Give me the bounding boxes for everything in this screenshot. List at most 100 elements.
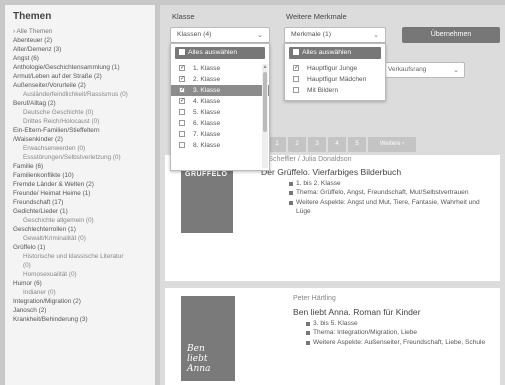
chevron-down-icon: ⌄	[373, 32, 379, 39]
book-grade: 1. bis 2. Klasse	[288, 179, 493, 188]
merkmale-select[interactable]: Merkmale (1) ⌄	[284, 27, 386, 43]
sidebar-item[interactable]: Ein-Eltern-Familien/Stieffeltern	[13, 126, 147, 135]
sidebar-item[interactable]: Gewalt/Kriminalität (0)	[13, 234, 147, 243]
book-title[interactable]: Ben liebt Anna. Roman für Kinder	[293, 307, 421, 317]
page-button[interactable]: 2	[288, 137, 306, 152]
checkbox[interactable]	[179, 96, 185, 107]
checkbox[interactable]	[293, 87, 299, 93]
sidebar-item[interactable]: Alter/Demenz (3)	[13, 45, 147, 54]
dropdown-scrollbar[interactable]: ▲	[262, 64, 268, 168]
sidebar-item[interactable]: Janosch (2)	[13, 306, 147, 315]
book-theme: Thema: Integration/Migration, Liebe	[305, 328, 505, 337]
page-button[interactable]: 1	[268, 137, 286, 152]
sidebar-item[interactable]: Grüffelo (1)	[13, 243, 147, 252]
sort-select[interactable]: Verkaufsrang ⌄	[382, 62, 465, 78]
sidebar-item[interactable]: (0)	[13, 261, 147, 270]
klasse-option[interactable]: 6. Klasse	[171, 118, 269, 129]
sidebar-item[interactable]: Beruf/Alltag (2)	[13, 99, 147, 108]
sidebar-item[interactable]: Familie (6)	[13, 162, 147, 171]
sidebar-item[interactable]: Geschichte allgemein (0)	[13, 216, 147, 225]
book-author: el Scheffler / Julia Donaldson	[261, 156, 352, 163]
sidebar-item[interactable]: Drittes Reich/Holocaust (0)	[13, 117, 147, 126]
merkmale-option[interactable]: Hauptfigur Mädchen	[285, 74, 385, 85]
sidebar-item[interactable]: Homosexualität (0)	[13, 270, 147, 279]
klasse-option[interactable]: 8. Klasse	[171, 140, 269, 151]
klasse-option[interactable]: 2. Klasse	[171, 74, 269, 85]
sidebar-item[interactable]: › Alle Themen	[13, 27, 147, 36]
sidebar-item[interactable]: Humor (6)	[13, 279, 147, 288]
sidebar-item[interactable]: Freunde/ Heimat Heime (1)	[13, 189, 147, 198]
book-card[interactable]: Ben liebt Anna Peter Härtling Ben liebt …	[165, 288, 500, 385]
checkbox[interactable]	[179, 142, 185, 148]
checkbox[interactable]	[179, 74, 185, 85]
cover-title: GRÜFFELO	[185, 171, 228, 178]
klasse-option[interactable]: 7. Klasse	[171, 129, 269, 140]
klasse-option[interactable]: 3. Klasse	[171, 85, 269, 96]
option-label: 1. Klasse	[193, 65, 221, 72]
sidebar-item[interactable]: Außenseiter/Vorurteile (2)	[13, 81, 147, 90]
merkmale-options: Hauptfigur Junge Hauptfigur Mädchen Mit Bi…	[285, 63, 385, 96]
sidebar-item[interactable]: Gedichte/Lieder (1)	[13, 207, 147, 216]
sidebar-item[interactable]: Geschlechterrollen (1)	[13, 225, 147, 234]
sidebar-item[interactable]: Abenteuer (2)	[13, 36, 147, 45]
option-label: 2. Klasse	[193, 76, 221, 83]
sidebar-item[interactable]: Essstörungen/Selbstverletzung (0)	[13, 153, 147, 162]
sidebar-item[interactable]: Krankheit/Behinderung (3)	[13, 315, 147, 324]
book-details: 3. bis 5. Klasse Thema: Integration/Migr…	[305, 319, 505, 347]
klasse-option[interactable]: 5. Klasse	[171, 107, 269, 118]
book-author: Peter Härtling	[293, 295, 336, 302]
sidebar-item[interactable]: Indianer (0)	[13, 288, 147, 297]
merkmale-option[interactable]: Mit Bildern	[285, 85, 385, 96]
checkbox[interactable]	[179, 120, 185, 126]
page-button[interactable]: 3	[308, 137, 326, 152]
klasse-select-all-button[interactable]: Alles auswählen	[175, 47, 265, 59]
scrollbar-thumb[interactable]	[263, 72, 267, 132]
merkmale-select-value: Merkmale (1)	[291, 31, 332, 38]
sidebar-item[interactable]: Anthologie/Geschichtensammlung (1)	[13, 63, 147, 72]
book-title[interactable]: Der Grüffelo. Vierfarbiges Bilderbuch	[261, 167, 401, 177]
sidebar-item[interactable]: Angst (6)	[13, 54, 147, 63]
next-page-button[interactable]: Weitere ›	[368, 137, 416, 152]
sidebar-item[interactable]: Erwachsenwerden (0)	[13, 144, 147, 153]
klasse-select-value: Klassen (4)	[177, 31, 212, 38]
sidebar-item[interactable]: Integration/Migration (2)	[13, 297, 147, 306]
klasse-select[interactable]: Klassen (4) ⌄	[170, 27, 270, 43]
checkbox[interactable]	[179, 131, 185, 137]
option-label: 4. Klasse	[193, 98, 221, 105]
klasse-option[interactable]: 1. Klasse	[171, 63, 269, 74]
apply-button[interactable]: Übernehmen	[402, 27, 500, 43]
scroll-up-icon[interactable]: ▲	[262, 64, 268, 70]
page-button[interactable]: 4	[328, 137, 346, 152]
sort-select-value: Verkaufsrang	[388, 66, 427, 73]
sidebar-item[interactable]: Ausländerfeindlichkeit/Rassismus (0)	[13, 90, 147, 99]
merkmale-select-all-button[interactable]: Alles auswählen	[289, 47, 381, 59]
checkbox[interactable]	[179, 85, 185, 96]
option-label: 5. Klasse	[193, 109, 221, 116]
book-cover[interactable]: GRÜFFELO	[181, 163, 233, 233]
book-cover[interactable]: Ben liebt Anna	[181, 296, 235, 381]
sidebar-item[interactable]: /Waisenkinder (2)	[13, 135, 147, 144]
klasse-label: Klasse	[172, 12, 195, 21]
option-label: Mit Bildern	[307, 87, 339, 94]
checkbox[interactable]	[293, 63, 299, 74]
merkmale-option[interactable]: Hauptfigur Junge	[285, 63, 385, 74]
select-all-label: Alles auswählen	[188, 49, 238, 56]
checkbox[interactable]	[179, 109, 185, 115]
sidebar-item[interactable]: Deutsche Geschichte (0)	[13, 108, 147, 117]
select-all-label: Alles auswählen	[302, 49, 352, 56]
option-label: 8. Klasse	[193, 142, 221, 149]
sidebar-item[interactable]: Fremde Länder & Welten (2)	[13, 180, 147, 189]
page-button[interactable]: 5	[348, 137, 366, 152]
checkbox[interactable]	[179, 63, 185, 74]
main-content: Klasse Weitere Merkmale Klassen (4) ⌄ Me…	[160, 5, 505, 385]
sidebar-item[interactable]: Armut/Leben auf der Straße (2)	[13, 72, 147, 81]
option-label: 3. Klasse	[193, 87, 221, 94]
checkbox[interactable]	[293, 76, 299, 82]
merkmale-dropdown: Alles auswählen Hauptfigur JungeHauptfig…	[284, 43, 386, 101]
sidebar-item[interactable]: Familienkonflikte (10)	[13, 171, 147, 180]
klasse-option[interactable]: 4. Klasse	[171, 96, 269, 107]
sidebar-item[interactable]: Historische und klassische Literatur	[13, 252, 147, 261]
book-card[interactable]: GRÜFFELO el Scheffler / Julia Donaldson …	[165, 155, 500, 281]
sidebar-item[interactable]: Freundschaft (17)	[13, 198, 147, 207]
book-grade: 3. bis 5. Klasse	[305, 319, 505, 328]
